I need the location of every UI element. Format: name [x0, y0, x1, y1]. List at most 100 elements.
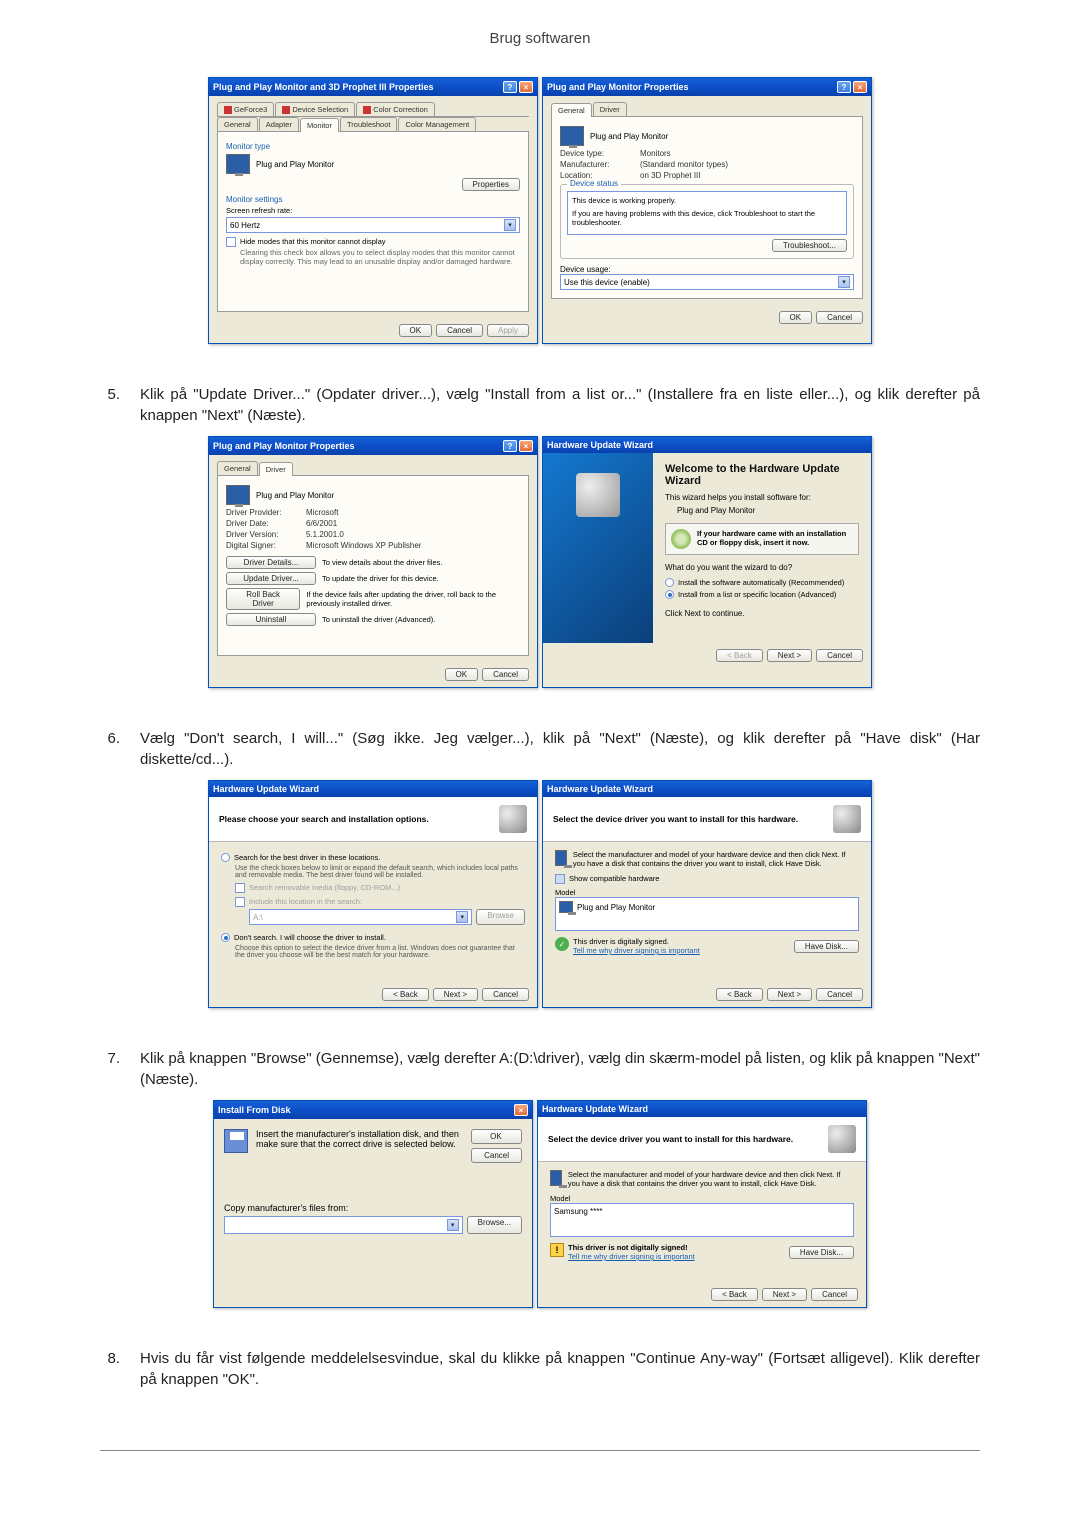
cancel-button[interactable]: Cancel — [816, 649, 863, 662]
signing-info-link[interactable]: Tell me why driver signing is important — [568, 1252, 695, 1261]
properties-button[interactable]: Properties — [462, 178, 520, 191]
update-driver-button[interactable]: Update Driver... — [226, 572, 316, 585]
page-title: Brug softwaren — [100, 30, 980, 47]
next-button[interactable]: Next > — [767, 988, 812, 1001]
tab-color-management[interactable]: Color Management — [398, 117, 476, 131]
titlebar: Plug and Play Monitor Properties ? × — [209, 437, 537, 455]
browse-button: Browse — [476, 909, 525, 925]
ok-button[interactable]: OK — [471, 1129, 522, 1144]
radio-install-from-list[interactable] — [665, 590, 674, 599]
close-icon[interactable]: × — [853, 81, 867, 93]
cancel-button[interactable]: Cancel — [471, 1148, 522, 1163]
tab-driver[interactable]: Driver — [259, 462, 293, 476]
tab-general[interactable]: General — [551, 103, 592, 117]
title-text: Plug and Play Monitor and 3D Prophet III… — [213, 82, 434, 92]
back-button[interactable]: < Back — [716, 649, 763, 662]
close-icon[interactable]: × — [519, 440, 533, 452]
radio-dont-search[interactable] — [221, 933, 230, 942]
chevron-down-icon: ▾ — [504, 219, 516, 231]
back-button[interactable]: < Back — [382, 988, 429, 1001]
tab-driver[interactable]: Driver — [593, 102, 627, 116]
tab-general[interactable]: General — [217, 117, 258, 131]
close-icon[interactable]: × — [514, 1104, 528, 1116]
have-disk-button[interactable]: Have Disk... — [789, 1246, 854, 1259]
hardware-wizard-icon — [828, 1125, 856, 1153]
model-list[interactable]: Plug and Play Monitor — [555, 897, 859, 931]
show-compatible-checkbox[interactable] — [555, 874, 565, 884]
refresh-rate-dropdown[interactable]: 60 Hertz ▾ — [226, 217, 520, 233]
dialog-monitor-properties-driver: Plug and Play Monitor Properties ? × Gen… — [208, 436, 538, 688]
path-dropdown[interactable]: ▾ — [224, 1216, 463, 1234]
step-text: Klik på "Update Driver..." (Opdater driv… — [140, 384, 980, 426]
cancel-button[interactable]: Cancel — [816, 988, 863, 1001]
titlebar: Plug and Play Monitor Properties ? × — [543, 78, 871, 96]
next-button[interactable]: Next > — [767, 649, 812, 662]
dialog-wizard-select-driver-unsigned: Hardware Update Wizard Select the device… — [537, 1100, 867, 1308]
radio-auto-install[interactable] — [665, 578, 674, 587]
titlebar: Hardware Update Wizard — [543, 437, 871, 453]
tab-color-correction[interactable]: Color Correction — [356, 102, 435, 116]
cancel-button[interactable]: Cancel — [482, 668, 529, 681]
tab-troubleshoot[interactable]: Troubleshoot — [340, 117, 398, 131]
tab-general[interactable]: General — [217, 461, 258, 475]
tab-geforce3[interactable]: GeForce3 — [217, 102, 274, 116]
troubleshoot-button[interactable]: Troubleshoot... — [772, 239, 847, 252]
rollback-driver-button[interactable]: Roll Back Driver — [226, 588, 300, 610]
have-disk-button[interactable]: Have Disk... — [794, 940, 859, 953]
monitor-settings-label: Monitor settings — [226, 195, 520, 204]
monitor-icon — [550, 1170, 562, 1186]
hide-modes-help: Clearing this check box allows you to se… — [240, 248, 520, 266]
monitor-name: Plug and Play Monitor — [590, 132, 668, 141]
signing-info-link[interactable]: Tell me why driver signing is important — [573, 946, 700, 955]
tab-device-selection[interactable]: Device Selection — [275, 102, 355, 116]
tab-monitor[interactable]: Monitor — [300, 118, 339, 132]
monitor-icon — [226, 485, 250, 505]
apply-button[interactable]: Apply — [487, 324, 529, 337]
cancel-button[interactable]: Cancel — [482, 988, 529, 1001]
next-button[interactable]: Next > — [762, 1288, 807, 1301]
monitor-name: Plug and Play Monitor — [256, 160, 334, 169]
step-number: 7. — [100, 1048, 120, 1090]
back-button[interactable]: < Back — [716, 988, 763, 1001]
floppy-icon — [224, 1129, 248, 1153]
radio-search[interactable] — [221, 853, 230, 862]
hide-modes-label: Hide modes that this monitor cannot disp… — [240, 237, 520, 246]
wizard-side-graphic — [543, 453, 653, 643]
cancel-button[interactable]: Cancel — [816, 311, 863, 324]
help-icon[interactable]: ? — [503, 440, 517, 452]
monitor-icon — [560, 126, 584, 146]
ok-button[interactable]: OK — [779, 311, 813, 324]
cancel-button[interactable]: Cancel — [436, 324, 483, 337]
monitor-icon — [226, 154, 250, 174]
cancel-button[interactable]: Cancel — [811, 1288, 858, 1301]
wizard-welcome-title: Welcome to the Hardware Update Wizard — [665, 463, 859, 487]
device-usage-dropdown[interactable]: Use this device (enable) ▾ — [560, 274, 854, 290]
step-text: Vælg "Don't search, I will..." (Søg ikke… — [140, 728, 980, 770]
cert-icon: ✓ — [555, 937, 569, 951]
chevron-down-icon: ▾ — [838, 276, 850, 288]
chevron-down-icon: ▾ — [447, 1219, 459, 1231]
dialog-install-from-disk: Install From Disk × Insert the manufactu… — [213, 1100, 533, 1308]
back-button[interactable]: < Back — [711, 1288, 758, 1301]
monitor-icon — [559, 901, 573, 913]
ok-button[interactable]: OK — [399, 324, 433, 337]
monitor-icon — [555, 850, 567, 866]
status-text: This device is working properly. If you … — [567, 191, 847, 235]
next-button[interactable]: Next > — [433, 988, 478, 1001]
step-text: Klik på knappen "Browse" (Gennemse), væl… — [140, 1048, 980, 1090]
dialog-monitor-properties-general: Plug and Play Monitor Properties ? × Gen… — [542, 77, 872, 344]
close-icon[interactable]: × — [519, 81, 533, 93]
help-icon[interactable]: ? — [837, 81, 851, 93]
model-list[interactable]: Samsung **** — [550, 1203, 854, 1237]
ok-button[interactable]: OK — [445, 668, 479, 681]
browse-button[interactable]: Browse... — [467, 1216, 522, 1234]
driver-details-button[interactable]: Driver Details... — [226, 556, 316, 569]
hide-modes-checkbox[interactable] — [226, 237, 236, 247]
hardware-wizard-icon — [833, 805, 861, 833]
tab-adapter[interactable]: Adapter — [259, 117, 299, 131]
help-icon[interactable]: ? — [503, 81, 517, 93]
dialog-wizard-search-options: Hardware Update Wizard Please choose you… — [208, 780, 538, 1008]
hardware-wizard-icon — [576, 473, 620, 517]
uninstall-button[interactable]: Uninstall — [226, 613, 316, 626]
cd-icon — [671, 529, 691, 549]
